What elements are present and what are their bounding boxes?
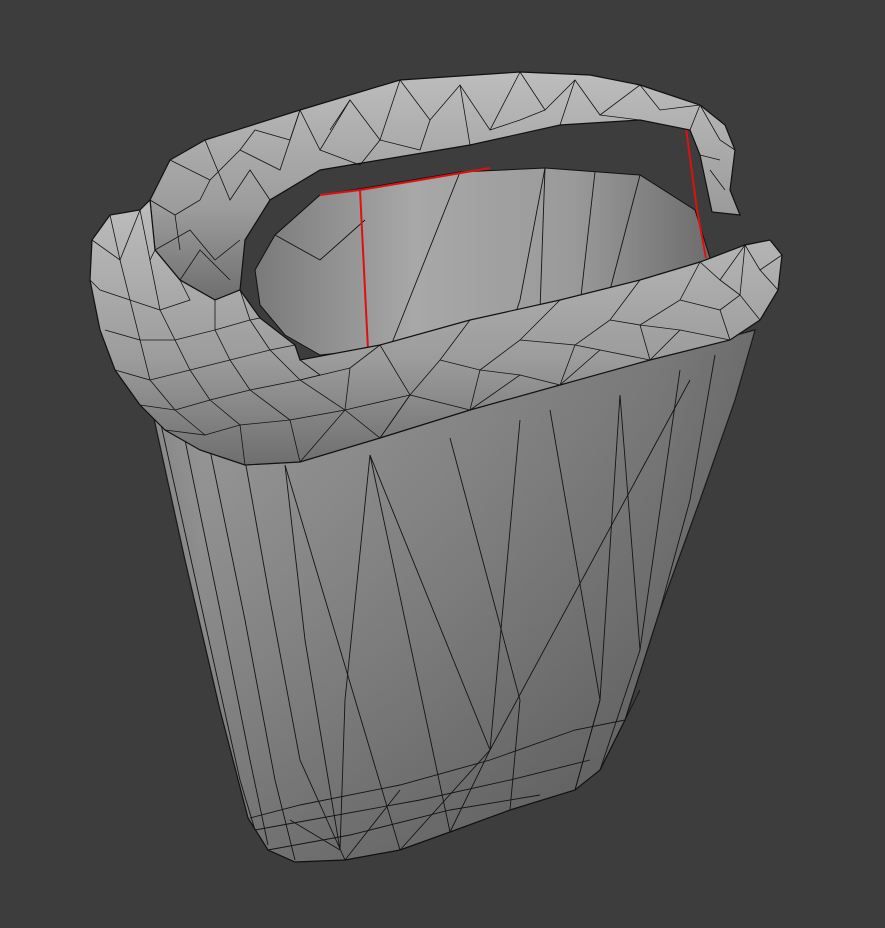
mesh-render[interactable] — [0, 0, 885, 928]
3d-viewport[interactable] — [0, 0, 885, 928]
